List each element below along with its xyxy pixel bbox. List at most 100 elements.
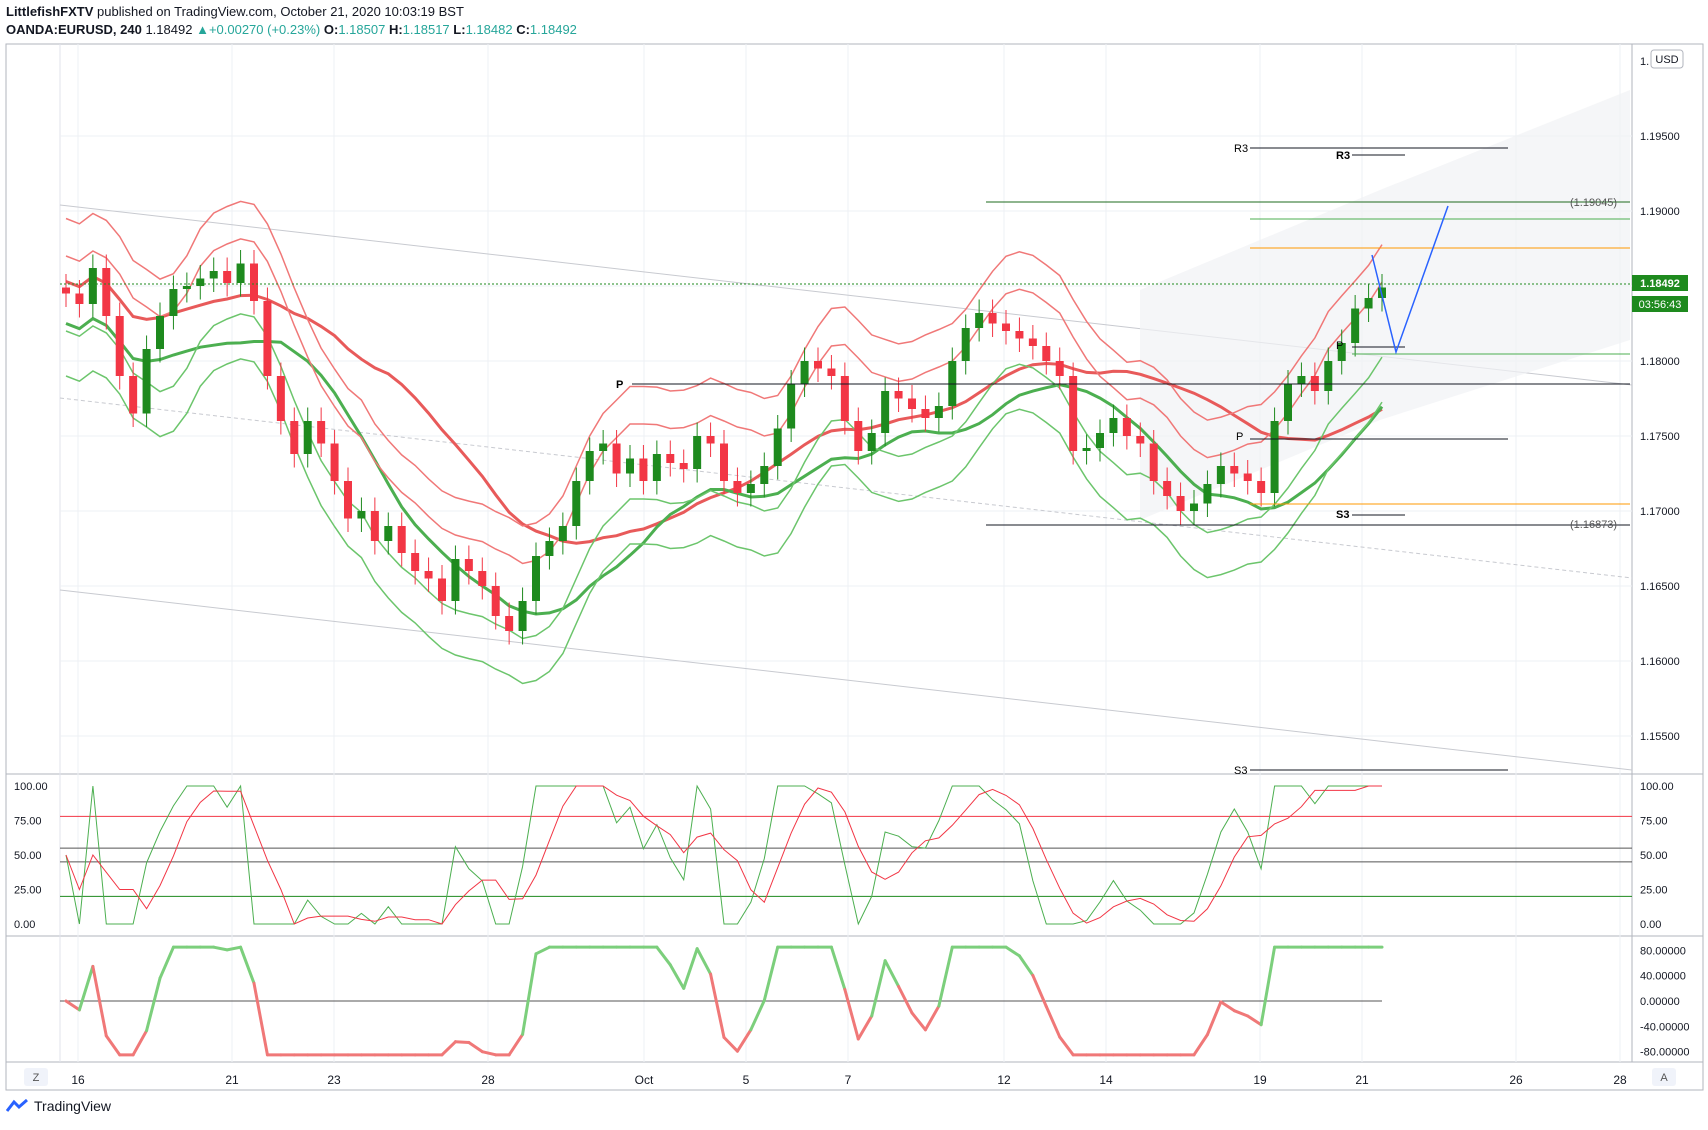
- s3-label-a: S3: [1336, 509, 1349, 521]
- candle-body: [867, 433, 876, 451]
- candle-body: [1190, 503, 1198, 511]
- osc-segment: [252, 981, 269, 1057]
- osc-segment: [722, 1035, 739, 1053]
- candle-body: [1351, 308, 1360, 343]
- candle-body: [1163, 481, 1172, 496]
- stoch-tick-label: 50.00: [1640, 850, 1668, 862]
- osc-segment: [453, 1040, 471, 1044]
- candle-body: [75, 293, 84, 304]
- candle-body: [773, 428, 782, 466]
- osc-segment: [131, 1029, 149, 1057]
- osc-segment: [1192, 1033, 1209, 1057]
- stochastic-pane: [60, 784, 1632, 926]
- osc-segment: [910, 1011, 927, 1032]
- candle-body: [1230, 466, 1239, 474]
- osc-segment: [655, 945, 672, 967]
- candle-body: [370, 511, 379, 541]
- candle-body: [411, 553, 420, 571]
- candle-body: [397, 526, 406, 553]
- price-tick-label: 1.17000: [1640, 506, 1680, 518]
- candle-body: [787, 383, 796, 429]
- time-tick-label: 5: [743, 1073, 750, 1087]
- time-tick-label: 12: [997, 1073, 1011, 1087]
- candle-body: [1002, 323, 1010, 331]
- candle-body: [464, 559, 473, 571]
- current-price-text: 1.18492: [1640, 278, 1680, 290]
- time-tick-label: 28: [1613, 1073, 1627, 1087]
- time-tick-label: 23: [327, 1073, 341, 1087]
- candle-body: [1270, 421, 1279, 493]
- auto-scale-label: A: [1660, 1072, 1668, 1084]
- chart-canvas[interactable]: 1.195001.190001.185001.180001.175001.170…: [0, 0, 1708, 1130]
- osc-segment: [1031, 973, 1048, 1009]
- candle-body: [1176, 496, 1185, 511]
- candle-body: [1055, 361, 1064, 376]
- candle-body: [276, 376, 285, 421]
- stoch-left-tick-label: 25.00: [14, 885, 42, 897]
- osc-segment: [158, 945, 175, 980]
- osc-segment: [521, 952, 538, 1036]
- osc-tick-label: 80.00000: [1640, 945, 1686, 957]
- candle-body: [733, 481, 742, 493]
- candle-body: [1364, 298, 1373, 309]
- candle-body: [545, 541, 554, 556]
- candle-body: [800, 361, 809, 384]
- osc-segment: [1259, 945, 1277, 1027]
- candle-body: [558, 526, 567, 541]
- time-tick-label: 7: [845, 1073, 852, 1087]
- osc-segment: [507, 1032, 525, 1057]
- tradingview-icon: [6, 1099, 28, 1112]
- candle-body: [639, 458, 648, 481]
- candle-body: [505, 616, 514, 631]
- osc-segment: [749, 999, 766, 1032]
- price-tick-label: 1.19000: [1640, 206, 1680, 218]
- stoch-left-tick-label: 100.00: [14, 781, 48, 793]
- candle-body: [1203, 484, 1212, 504]
- candle-body: [438, 578, 446, 601]
- osc-segment: [467, 1040, 484, 1054]
- candle-body: [827, 368, 836, 376]
- osc-segment: [534, 945, 551, 956]
- price-axis[interactable]: 1.195001.190001.185001.180001.175001.170…: [1640, 131, 1680, 743]
- osc-segment: [1219, 1000, 1236, 1013]
- osc-segment: [735, 1028, 753, 1053]
- candle-body: [1109, 418, 1118, 433]
- candle-body: [424, 571, 433, 579]
- candle-body: [572, 481, 581, 526]
- candle-body: [357, 511, 366, 519]
- osc-tick-label: 0.00000: [1640, 996, 1680, 1008]
- time-tick-label: Oct: [635, 1073, 654, 1087]
- candle-body: [1243, 473, 1252, 481]
- candle-body: [988, 313, 997, 324]
- time-axis[interactable]: 16 21 23 28 Oct 5 7 12 14 19 21 26 28: [71, 1073, 1627, 1087]
- top-price-label: 1.: [1640, 56, 1649, 68]
- candle-body: [263, 301, 272, 376]
- tradingview-logo[interactable]: TradingView: [6, 1098, 111, 1114]
- candle-body: [102, 268, 111, 316]
- osc-segment: [937, 945, 954, 1008]
- pivot-label-right: P: [1236, 431, 1243, 443]
- osc-segment: [762, 945, 780, 1003]
- candle-body: [706, 436, 715, 444]
- osc-segment: [709, 972, 726, 1039]
- osc-tick-label: -40.00000: [1640, 1021, 1690, 1033]
- candle-body: [1284, 383, 1292, 421]
- osc-segment: [870, 959, 887, 1018]
- candle-body: [1015, 331, 1024, 339]
- stoch-k-line: [65, 784, 1382, 926]
- candle-body: [840, 376, 849, 421]
- candle-body: [196, 278, 205, 286]
- oscillator-axis: 80.00000 40.00000 0.00000 -40.00000 -80.0000…: [1640, 945, 1690, 1058]
- candle-body: [814, 361, 822, 369]
- time-tick-label: 14: [1099, 1073, 1113, 1087]
- candle-body: [209, 271, 218, 279]
- candle-body: [1069, 376, 1078, 451]
- candle-body: [142, 349, 151, 414]
- candle-body: [451, 559, 460, 601]
- pivot-label-left: P: [616, 379, 623, 391]
- candle-body: [679, 463, 688, 469]
- osc-segment: [145, 976, 162, 1033]
- osc-segment: [923, 1004, 941, 1032]
- osc-segment: [64, 999, 81, 1012]
- osc-tick-label: 40.00000: [1640, 971, 1686, 983]
